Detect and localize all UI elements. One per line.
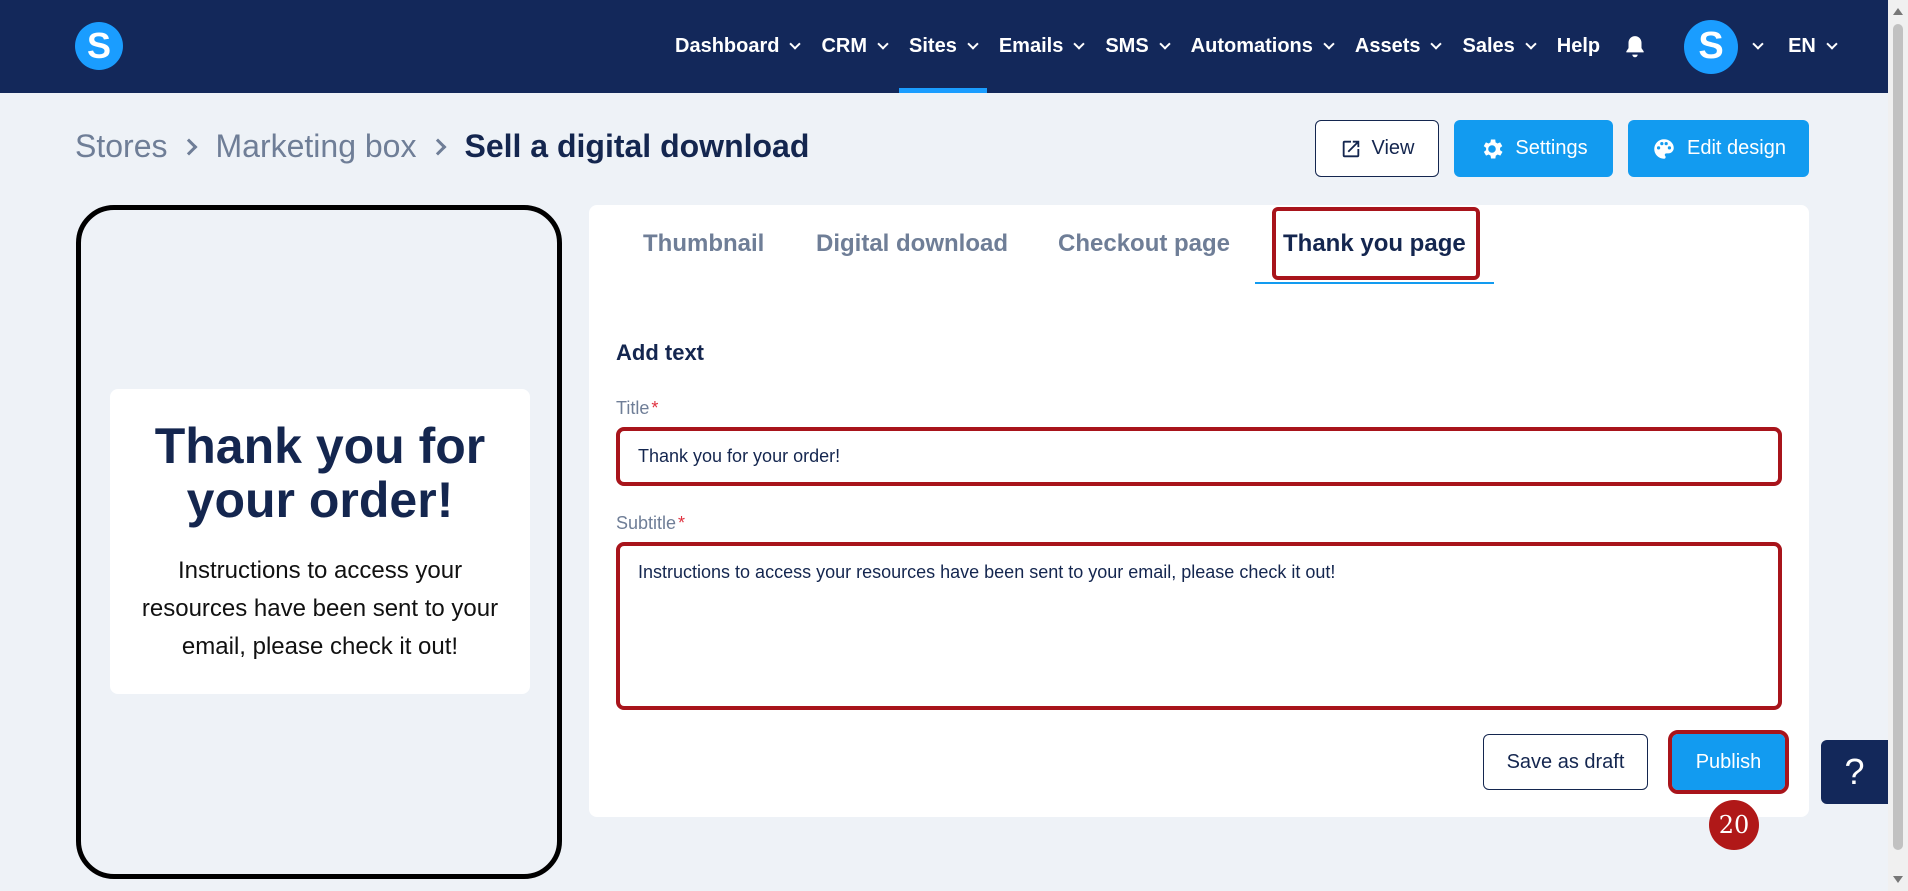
required-mark: * — [678, 513, 686, 533]
subtitle-field-label: Subtitle * — [616, 513, 685, 534]
nav-sms-label: SMS — [1105, 35, 1149, 57]
title-field-label: Title * — [616, 398, 658, 419]
title-input-value: Thank you for your order! — [638, 446, 841, 466]
nav-sales-label: Sales — [1462, 35, 1515, 57]
preview-title: Thank you for your order! — [154, 418, 486, 528]
tab-thumbnail[interactable]: Thumbnail — [643, 205, 764, 282]
nav-crm-label: CRM — [821, 35, 868, 57]
edit-design-button[interactable]: Edit design — [1628, 120, 1809, 177]
title-label-text: Title — [616, 398, 650, 418]
nav-dashboard[interactable]: Dashboard — [675, 0, 802, 93]
gear-icon — [1484, 138, 1503, 159]
chevron-down-icon — [877, 38, 889, 50]
subtitle-textarea[interactable]: Instructions to access your resources ha… — [616, 542, 1782, 710]
publish-button[interactable]: Publish — [1668, 730, 1789, 794]
nav-automations[interactable]: Automations — [1190, 0, 1335, 93]
language-selector[interactable]: EN — [1788, 0, 1838, 93]
view-button-label: View — [1371, 137, 1415, 159]
nav-emails-label: Emails — [998, 35, 1064, 57]
tab-checkout-page[interactable]: Checkout page — [1058, 205, 1230, 282]
title-input[interactable]: Thank you for your order! — [616, 427, 1782, 486]
nav-sales[interactable]: Sales — [1462, 0, 1537, 93]
chevron-right-icon — [180, 138, 198, 155]
top-navbar: S Dashboard CRM Sites Emails SMS Automat… — [0, 0, 1888, 93]
chevron-down-icon — [967, 38, 979, 50]
chevron-right-icon — [429, 138, 447, 155]
palette-icon — [1654, 138, 1674, 159]
save-as-draft-button[interactable]: Save as draft — [1483, 734, 1648, 790]
active-tab-indicator — [1255, 282, 1494, 284]
chevron-down-icon — [1073, 38, 1085, 50]
subtitle-label-text: Subtitle — [616, 513, 677, 533]
nav-automations-label: Automations — [1190, 35, 1313, 57]
view-button[interactable]: View — [1315, 120, 1439, 177]
nav-assets[interactable]: Assets — [1354, 0, 1443, 93]
chevron-down-icon — [1525, 38, 1537, 50]
tab-thumbnail-label: Thumbnail — [643, 229, 765, 257]
tab-bar: Thumbnail Digital download Checkout page… — [589, 205, 1809, 284]
nav-assets-label: Assets — [1354, 35, 1421, 57]
external-link-icon — [1342, 140, 1359, 157]
nav-help-label: Help — [1556, 35, 1601, 57]
page-scrollbar[interactable] — [1888, 0, 1908, 891]
help-button[interactable]: ? — [1821, 740, 1888, 804]
chevron-down-icon — [1430, 38, 1443, 50]
breadcrumb-marketing-box[interactable]: Marketing box — [215, 128, 416, 165]
chevron-down-icon — [1158, 38, 1171, 50]
nav-emails[interactable]: Emails — [998, 0, 1085, 93]
tab-checkout-page-label: Checkout page — [1058, 229, 1231, 257]
breadcrumb: Stores Marketing box Sell a digital down… — [75, 128, 809, 165]
breadcrumb-stores[interactable]: Stores — [75, 128, 167, 165]
subtitle-textarea-value: Instructions to access your resources ha… — [638, 562, 1336, 582]
required-mark: * — [651, 398, 659, 418]
tab-digital-download[interactable]: Digital download — [816, 205, 1008, 282]
editor-panel: Thumbnail Digital download Checkout page… — [589, 205, 1809, 817]
section-title: Add text — [616, 340, 704, 365]
user-avatar[interactable]: S — [1684, 19, 1739, 74]
scroll-thumb[interactable] — [1893, 24, 1903, 850]
nav-sms[interactable]: SMS — [1105, 0, 1171, 93]
tab-highlight-annotation — [1272, 207, 1480, 280]
chevron-down-icon — [789, 38, 802, 50]
language-label: EN — [1788, 35, 1816, 57]
chevron-down-icon — [1323, 38, 1335, 50]
settings-button-label: Settings — [1515, 137, 1588, 159]
brand-logo[interactable]: S — [75, 22, 123, 70]
preview-subtitle: Instructions to access your resources ha… — [141, 557, 499, 660]
bell-icon[interactable] — [1622, 34, 1648, 60]
tab-digital-download-label: Digital download — [816, 229, 1008, 257]
settings-button[interactable]: Settings — [1454, 120, 1613, 177]
nav-sites-label: Sites — [909, 35, 957, 57]
nav-sites[interactable]: Sites — [899, 0, 987, 93]
nav-dashboard-label: Dashboard — [675, 35, 780, 57]
nav-help[interactable]: Help — [1557, 0, 1600, 93]
chevron-down-icon — [1826, 38, 1838, 50]
step-number-badge: 20 — [1709, 800, 1759, 850]
preview-card: Thank you for your order! Instructions t… — [110, 389, 530, 694]
nav-crm[interactable]: CRM — [821, 0, 889, 93]
scroll-down-icon[interactable] — [1893, 876, 1903, 883]
page-title: Sell a digital download — [464, 128, 810, 164]
scroll-up-icon[interactable] — [1893, 8, 1903, 15]
main-nav: Dashboard CRM Sites Emails SMS Automatio… — [675, 0, 1838, 93]
edit-design-button-label: Edit design — [1687, 137, 1786, 159]
chevron-down-icon[interactable] — [1752, 38, 1764, 50]
